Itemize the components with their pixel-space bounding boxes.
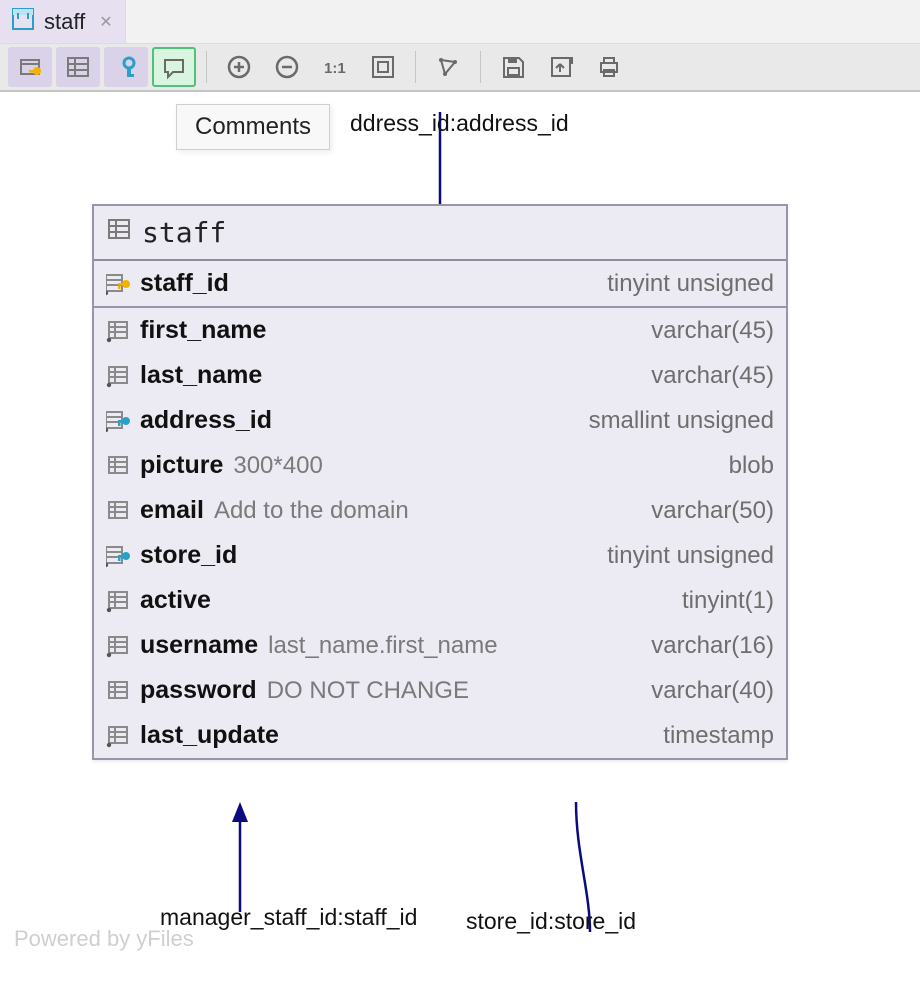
column-comment: 300*400 [233,452,322,480]
column-type: varchar(45) [651,317,774,345]
column-comment: DO NOT CHANGE [267,677,469,705]
toolbar-show-grid-button[interactable] [56,47,100,87]
column-name: active [140,586,211,615]
powered-by-label: Powered by yFiles [14,926,194,952]
entity-staff[interactable]: staff staff_idtinyint unsignedfirst_name… [92,204,788,760]
diagram-icon [10,6,36,38]
toolbar-separator [206,51,207,83]
column-icon [106,543,136,569]
toolbar-separator [480,51,481,83]
entity-header[interactable]: staff [94,206,786,261]
column-icon [106,363,136,389]
column-type: varchar(40) [651,677,774,705]
column-icon [106,633,136,659]
column-icon [106,318,136,344]
column-row[interactable]: username last_name.first_name varchar(16) [94,623,786,668]
column-icon [106,408,136,434]
toolbar-zoom-out-button[interactable] [265,47,309,87]
column-icon [106,723,136,749]
column-icon [106,453,136,479]
column-name: last_update [140,721,279,750]
toolbar-export-button[interactable] [539,47,583,87]
diagram-canvas[interactable]: Comments ddress_id:address_id staff staf… [0,92,920,988]
column-row[interactable]: first_name varchar(45) [94,308,786,353]
column-row[interactable]: address_id smallint unsigned [94,398,786,443]
toolbar-fit-content-button[interactable] [361,47,405,87]
column-name: email [140,496,204,525]
toolbar-actual-size-button[interactable] [313,47,357,87]
column-name: picture [140,451,223,480]
column-comment: Add to the domain [214,497,409,525]
column-type: tinyint unsigned [607,542,774,570]
column-type: varchar(45) [651,362,774,390]
toolbar-zoom-in-button[interactable] [217,47,261,87]
column-icon [106,588,136,614]
tab-title: staff [44,9,85,35]
toolbar-show-columns-button[interactable] [8,47,52,87]
column-row[interactable]: store_id tinyint unsigned [94,533,786,578]
table-icon [106,216,132,249]
toolbar-comments-button[interactable] [152,47,196,87]
column-name: store_id [140,541,237,570]
column-name: password [140,676,257,705]
tooltip-comments: Comments [176,104,330,150]
column-type: varchar(16) [651,632,774,660]
toolbar-separator [415,51,416,83]
toolbar-layout-button[interactable] [426,47,470,87]
close-icon[interactable]: ✕ [99,12,112,32]
column-name: username [140,631,258,660]
column-type: tinyint(1) [682,587,774,615]
column-icon [106,271,136,297]
column-name: first_name [140,316,266,345]
column-row[interactable]: picture 300*400 blob [94,443,786,488]
column-comment: last_name.first_name [268,632,497,660]
toolbar-show-keys-button[interactable] [104,47,148,87]
column-type: timestamp [663,722,774,750]
column-row[interactable]: staff_id tinyint unsigned [94,261,786,308]
column-row[interactable]: password DO NOT CHANGE varchar(40) [94,668,786,713]
relation-label-top: ddress_id:address_id [350,110,569,137]
column-name: address_id [140,406,272,435]
toolbar [0,44,920,92]
column-name: staff_id [140,269,229,298]
column-type: varchar(50) [651,497,774,525]
entity-title: staff [142,216,226,249]
tab-bar: staff ✕ [0,0,920,44]
tab-staff[interactable]: staff ✕ [0,0,126,43]
toolbar-print-button[interactable] [587,47,631,87]
relation-label-bottom-left: manager_staff_id:staff_id [160,904,417,931]
column-row[interactable]: email Add to the domain varchar(50) [94,488,786,533]
column-row[interactable]: last_name varchar(45) [94,353,786,398]
relation-label-bottom-right: store_id:store_id [466,908,636,935]
column-row[interactable]: active tinyint(1) [94,578,786,623]
column-name: last_name [140,361,262,390]
column-row[interactable]: last_update timestamp [94,713,786,758]
toolbar-save-button[interactable] [491,47,535,87]
column-type: blob [729,452,774,480]
column-icon [106,678,136,704]
column-type: smallint unsigned [589,407,774,435]
column-type: tinyint unsigned [607,270,774,298]
column-icon [106,498,136,524]
